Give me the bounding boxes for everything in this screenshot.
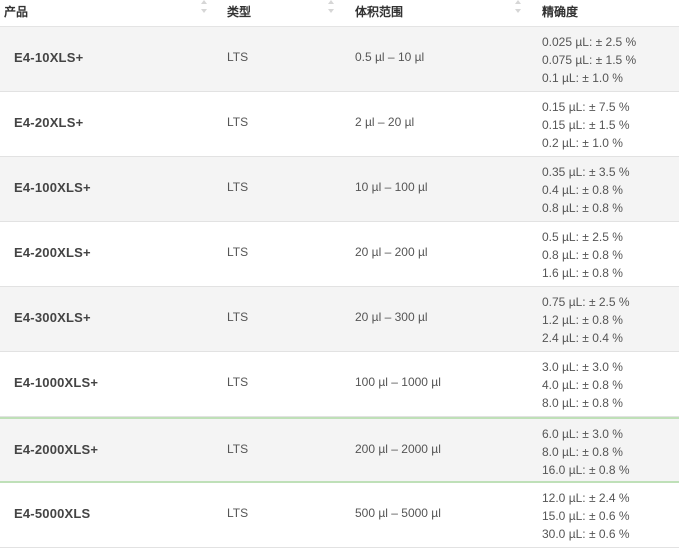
column-header-accuracy[interactable]: 精确度 — [542, 3, 578, 20]
accuracy-line: 3.0 µL: ± 3.0 % — [542, 360, 623, 374]
accuracy-line: 0.75 µL: ± 2.5 % — [542, 295, 630, 309]
type-cell: LTS — [227, 310, 249, 324]
type-cell: LTS — [227, 50, 249, 64]
accuracy-line: 4.0 µL: ± 0.8 % — [542, 378, 623, 392]
accuracy-line: 0.8 µL: ± 0.8 % — [542, 248, 623, 262]
table-row: E4-100XLS+ LTS 10 µl – 100 µl 0.35 µL: ±… — [0, 157, 679, 222]
sort-icon[interactable] — [326, 0, 336, 20]
type-cell: LTS — [227, 506, 249, 520]
accuracy-line: 0.4 µL: ± 0.8 % — [542, 183, 623, 197]
product-cell: E4-100XLS+ — [14, 180, 91, 195]
product-table: 产品 类型 体积范围 精确度 E4-10XLS+ LTS 0.5 µl – 10… — [0, 0, 679, 548]
accuracy-line: 8.0 µL: ± 0.8 % — [542, 445, 623, 459]
type-cell: LTS — [227, 115, 249, 129]
product-cell: E4-300XLS+ — [14, 310, 91, 325]
accuracy-line: 0.15 µL: ± 7.5 % — [542, 100, 630, 114]
volume-cell: 20 µl – 300 µl — [355, 310, 428, 324]
accuracy-line: 0.35 µL: ± 3.5 % — [542, 165, 630, 179]
accuracy-cell: 0.025 µL: ± 2.5 % 0.075 µL: ± 1.5 % 0.1 … — [542, 33, 636, 87]
accuracy-cell: 0.5 µL: ± 2.5 % 0.8 µL: ± 0.8 % 1.6 µL: … — [542, 228, 623, 282]
accuracy-cell: 0.15 µL: ± 7.5 % 0.15 µL: ± 1.5 % 0.2 µL… — [542, 98, 630, 152]
type-cell: LTS — [227, 375, 249, 389]
accuracy-cell: 6.0 µL: ± 3.0 % 8.0 µL: ± 0.8 % 16.0 µL:… — [542, 425, 630, 479]
column-header-product[interactable]: 产品 — [4, 3, 28, 20]
table-row: E4-300XLS+ LTS 20 µl – 300 µl 0.75 µL: ±… — [0, 287, 679, 352]
accuracy-line: 6.0 µL: ± 3.0 % — [542, 427, 623, 441]
table-row: E4-1000XLS+ LTS 100 µl – 1000 µl 3.0 µL:… — [0, 352, 679, 417]
table-row: E4-20XLS+ LTS 2 µl – 20 µl 0.15 µL: ± 7.… — [0, 92, 679, 157]
type-cell: LTS — [227, 442, 249, 456]
table-row: E4-2000XLS+ LTS 200 µl – 2000 µl 6.0 µL:… — [0, 417, 679, 483]
accuracy-line: 30.0 µL: ± 0.6 % — [542, 527, 630, 541]
accuracy-cell: 3.0 µL: ± 3.0 % 4.0 µL: ± 0.8 % 8.0 µL: … — [542, 358, 623, 412]
sort-icon[interactable] — [513, 0, 523, 20]
accuracy-line: 0.075 µL: ± 1.5 % — [542, 53, 637, 67]
product-cell: E4-5000XLS — [14, 506, 91, 521]
volume-cell: 2 µl – 20 µl — [355, 115, 415, 129]
volume-cell: 0.5 µl – 10 µl — [355, 50, 425, 64]
accuracy-line: 2.4 µL: ± 0.4 % — [542, 331, 623, 345]
accuracy-cell: 0.35 µL: ± 3.5 % 0.4 µL: ± 0.8 % 0.8 µL:… — [542, 163, 630, 217]
accuracy-line: 0.025 µL: ± 2.5 % — [542, 35, 637, 49]
accuracy-line: 0.8 µL: ± 0.8 % — [542, 201, 623, 215]
product-cell: E4-20XLS+ — [14, 115, 84, 130]
accuracy-line: 8.0 µL: ± 0.8 % — [542, 396, 623, 410]
accuracy-cell: 0.75 µL: ± 2.5 % 1.2 µL: ± 0.8 % 2.4 µL:… — [542, 293, 630, 347]
accuracy-line: 15.0 µL: ± 0.6 % — [542, 509, 630, 523]
accuracy-line: 16.0 µL: ± 0.8 % — [542, 463, 630, 477]
sort-icon[interactable] — [199, 0, 209, 20]
accuracy-line: 0.5 µL: ± 2.5 % — [542, 230, 623, 244]
type-cell: LTS — [227, 245, 249, 259]
accuracy-line: 1.2 µL: ± 0.8 % — [542, 313, 623, 327]
volume-cell: 100 µl – 1000 µl — [355, 375, 441, 389]
volume-cell: 10 µl – 100 µl — [355, 180, 428, 194]
accuracy-line: 0.2 µL: ± 1.0 % — [542, 136, 623, 150]
product-cell: E4-2000XLS+ — [14, 442, 99, 457]
table-row: E4-5000XLS LTS 500 µl – 5000 µl 12.0 µL:… — [0, 483, 679, 548]
volume-cell: 200 µl – 2000 µl — [355, 442, 441, 456]
column-header-type[interactable]: 类型 — [227, 3, 251, 20]
accuracy-line: 0.1 µL: ± 1.0 % — [542, 71, 623, 85]
volume-cell: 20 µl – 200 µl — [355, 245, 428, 259]
product-cell: E4-1000XLS+ — [14, 375, 99, 390]
table-row: E4-10XLS+ LTS 0.5 µl – 10 µl 0.025 µL: ±… — [0, 27, 679, 92]
product-cell: E4-200XLS+ — [14, 245, 91, 260]
table-row: E4-200XLS+ LTS 20 µl – 200 µl 0.5 µL: ± … — [0, 222, 679, 287]
column-header-volume[interactable]: 体积范围 — [355, 3, 403, 20]
volume-cell: 500 µl – 5000 µl — [355, 506, 441, 520]
accuracy-line: 0.15 µL: ± 1.5 % — [542, 118, 630, 132]
table-header: 产品 类型 体积范围 精确度 — [0, 0, 679, 27]
product-cell: E4-10XLS+ — [14, 50, 84, 65]
type-cell: LTS — [227, 180, 249, 194]
accuracy-line: 12.0 µL: ± 2.4 % — [542, 491, 630, 505]
accuracy-cell: 12.0 µL: ± 2.4 % 15.0 µL: ± 0.6 % 30.0 µ… — [542, 489, 630, 543]
accuracy-line: 1.6 µL: ± 0.8 % — [542, 266, 623, 280]
